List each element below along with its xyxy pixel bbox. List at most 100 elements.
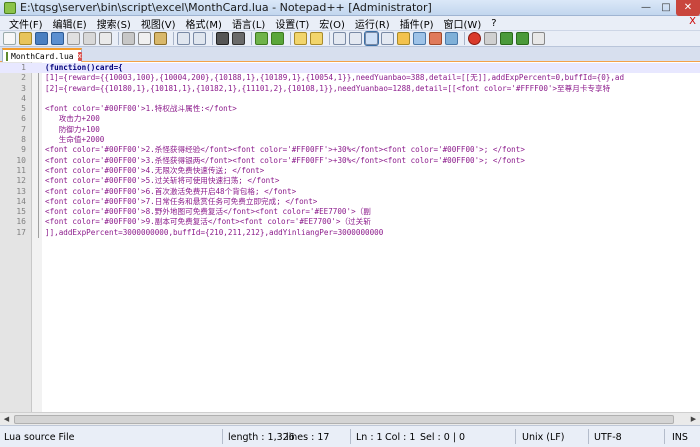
close-file-icon[interactable]: [67, 32, 80, 45]
function-list-icon[interactable]: [413, 32, 426, 45]
tab-monthcard[interactable]: MonthCard.lua x: [2, 48, 82, 62]
close-all-icon[interactable]: [83, 32, 96, 45]
notepad-plus-plus-icon: [4, 2, 16, 14]
redo-icon[interactable]: [193, 32, 206, 45]
toolbar-separator: [329, 32, 330, 45]
document-map-icon[interactable]: [397, 32, 410, 45]
code-line: 11 <font color='#00FF00'>4.无限次免费快速传送; </f…: [0, 166, 700, 176]
word-wrap-icon[interactable]: [333, 32, 346, 45]
line-number: 14: [16, 196, 26, 206]
scroll-left-arrow-icon[interactable]: ◀: [1, 414, 12, 425]
status-bar: Lua source File length : 1,326 lines : 1…: [0, 425, 700, 447]
folder-as-workspace-icon[interactable]: [429, 32, 442, 45]
menu-run[interactable]: 运行(R): [350, 16, 395, 31]
find-icon[interactable]: [216, 32, 229, 45]
toolbar-separator: [290, 32, 291, 45]
line-number: 4: [21, 93, 26, 103]
monitoring-icon[interactable]: [445, 32, 458, 45]
save-macro-icon[interactable]: [532, 32, 545, 45]
menu-help[interactable]: ?: [486, 18, 501, 29]
line-number: 12: [16, 176, 26, 186]
scroll-right-arrow-icon[interactable]: ▶: [688, 414, 699, 425]
toolbar-separator: [173, 32, 174, 45]
status-separator: [664, 429, 665, 444]
menu-macro[interactable]: 宏(O): [314, 16, 350, 31]
code-text: <font color='#00FF00'>3.杀怪获得银两</font><fo…: [45, 155, 525, 165]
playback-macro-icon[interactable]: [500, 32, 513, 45]
record-macro-icon[interactable]: [468, 32, 481, 45]
cut-icon[interactable]: [122, 32, 135, 45]
line-number: 16: [16, 217, 26, 227]
menu-view[interactable]: 视图(V): [136, 16, 181, 31]
code-text: 攻击力+200: [45, 114, 100, 124]
menu-file[interactable]: 文件(F): [4, 16, 48, 31]
zoom-out-icon[interactable]: [271, 32, 284, 45]
status-encoding[interactable]: UTF-8: [594, 432, 622, 443]
status-eol[interactable]: Unix (LF): [522, 432, 564, 443]
line-number: 5: [21, 104, 26, 114]
menu-language[interactable]: 语言(L): [227, 16, 270, 31]
title-bar: E:\tqsg\server\bin\script\excel\MonthCar…: [0, 0, 700, 16]
stop-recording-icon[interactable]: [484, 32, 497, 45]
print-icon[interactable]: [99, 32, 112, 45]
code-text: [1]={reward={{10003,100},{10004,200},{10…: [45, 73, 625, 83]
menu-bar: 文件(F) 编辑(E) 搜索(S) 视图(V) 格式(M) 语言(L) 设置(T…: [0, 16, 700, 31]
code-line: 15 <font color='#00FF00'>8.野外地图可免费复活</fon…: [0, 207, 700, 217]
code-line: 9 <font color='#00FF00'>2.杀怪获得经验</font><f…: [0, 145, 700, 155]
paste-icon[interactable]: [154, 32, 167, 45]
copy-icon[interactable]: [138, 32, 151, 45]
line-number: 7: [21, 124, 26, 134]
line-number: 3: [21, 83, 26, 93]
menu-format[interactable]: 格式(M): [181, 16, 227, 31]
replace-icon[interactable]: [232, 32, 245, 45]
menu-plugins[interactable]: 插件(P): [395, 16, 439, 31]
code-line: 2 [1]={reward={{10003,100},{10004,200},{1…: [0, 73, 700, 83]
tab-bar: MonthCard.lua x: [0, 47, 700, 62]
status-length: length : 1,326: [228, 432, 295, 443]
code-text: <font color='#00FF00'>6.首次激活免费开启48个背包格; …: [45, 186, 297, 196]
code-text: <font color='#00FF00'>5.过关斩将可使用快速扫荡; </f…: [45, 176, 280, 186]
sync-horizontal-icon[interactable]: [310, 32, 323, 45]
code-line: 13 <font color='#00FF00'>6.首次激活免费开启48个背包格…: [0, 187, 700, 197]
code-line: 8 生命值+2000: [0, 135, 700, 145]
open-file-icon[interactable]: [19, 32, 32, 45]
scrollbar-thumb[interactable]: [14, 415, 674, 424]
new-file-icon[interactable]: [3, 32, 16, 45]
menu-window[interactable]: 窗口(W): [439, 16, 487, 31]
status-separator: [350, 429, 351, 444]
line-number: 6: [21, 114, 26, 124]
code-line: 14 <font color='#00FF00'>7.日常任务和悬赏任务可免费立即…: [0, 197, 700, 207]
menu-settings[interactable]: 设置(T): [270, 16, 314, 31]
close-button[interactable]: ✕: [676, 0, 700, 16]
maximize-button[interactable]: □: [656, 0, 676, 16]
sync-vertical-icon[interactable]: [294, 32, 307, 45]
line-number: 8: [21, 135, 26, 145]
tab-close-icon[interactable]: x: [77, 51, 82, 61]
menu-edit[interactable]: 编辑(E): [48, 16, 92, 31]
menu-search[interactable]: 搜索(S): [92, 16, 136, 31]
toolbar-separator: [212, 32, 213, 45]
save-all-icon[interactable]: [51, 32, 64, 45]
status-insert-mode[interactable]: INS: [672, 432, 688, 443]
line-number: 15: [16, 207, 26, 217]
editor[interactable]: − 1(function()card={ 2[1]={reward={{1000…: [0, 62, 700, 412]
toolbar-separator: [251, 32, 252, 45]
minimize-button[interactable]: —: [636, 0, 656, 16]
status-selection: Sel : 0 | 0: [420, 432, 466, 443]
horizontal-scrollbar[interactable]: ◀ ▶: [0, 412, 700, 425]
save-icon[interactable]: [35, 32, 48, 45]
zoom-in-icon[interactable]: [255, 32, 268, 45]
show-all-characters-icon[interactable]: [349, 32, 362, 45]
line-number: 9: [21, 145, 26, 155]
close-document-button[interactable]: X: [689, 16, 696, 27]
file-icon: [6, 51, 8, 61]
code-line: 7 防御力+100: [0, 125, 700, 135]
code-text: (function()card={: [45, 63, 123, 72]
define-language-icon[interactable]: [381, 32, 394, 45]
line-number: 1: [21, 63, 26, 72]
run-macro-multiple-icon[interactable]: [516, 32, 529, 45]
indent-guide-icon[interactable]: [364, 31, 379, 46]
undo-icon[interactable]: [177, 32, 190, 45]
status-separator: [588, 429, 589, 444]
tab-label: MonthCard.lua: [11, 51, 74, 61]
